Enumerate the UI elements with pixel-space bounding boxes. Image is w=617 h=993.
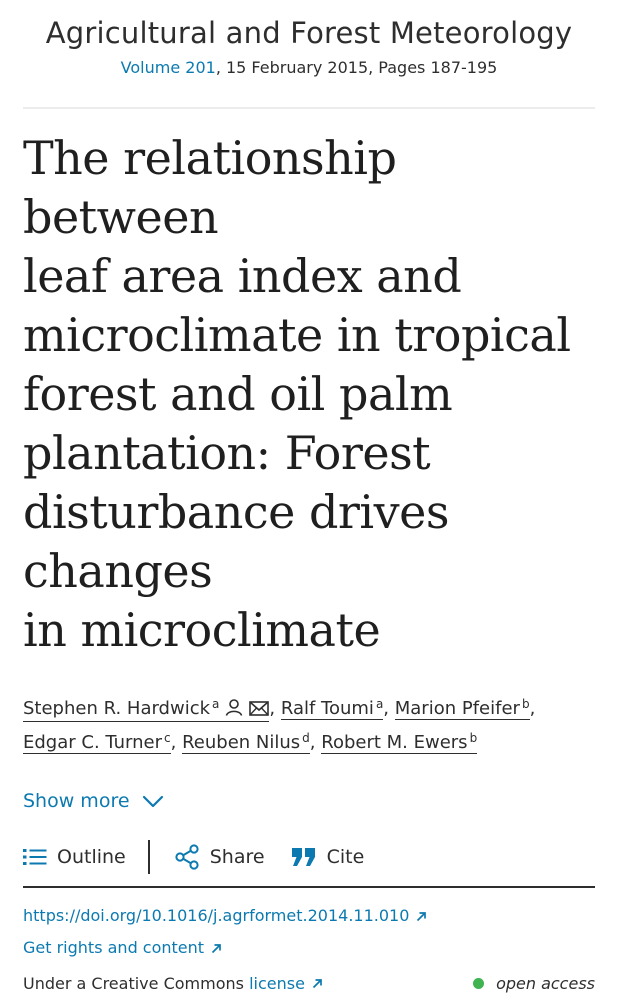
external-link-icon [312,979,322,989]
outline-button[interactable]: Outline [23,846,126,868]
share-button[interactable]: Share [174,844,265,870]
license-link[interactable]: license [249,974,323,993]
license-link-text: license [249,974,305,993]
article-toolbar: Outline Share Cite [23,838,595,888]
author-link[interactable]: Reuben Nilus d [182,728,310,754]
show-more-button[interactable]: Show more [23,790,164,812]
title-line: in microclimate [23,603,381,657]
volume-details: , 15 February 2015, Pages 187-195 [215,58,498,77]
license-prefix: Under a Creative Commons [23,974,250,993]
author-name: Marion Pfeifer [394,698,520,719]
author-name: Reuben Nilus [182,732,301,753]
open-access-dot-icon [473,978,485,989]
author-link[interactable]: Ralf Toumi a [280,694,384,720]
external-link-icon [417,911,427,921]
article-title: The relationship between leaf area index… [23,129,595,660]
share-icon [175,844,199,870]
title-line: plantation: Forest [23,426,431,480]
toolbar-divider [147,840,150,874]
author-link[interactable]: Edgar C. Turner c [23,728,171,754]
doi-link[interactable]: https://doi.org/10.1016/j.agrformet.2014… [23,900,427,932]
open-access-label: open access [496,974,595,993]
person-icon [225,699,243,721]
title-line: microclimate in tropical [23,308,571,362]
author-name: Ralf Toumi [280,698,374,719]
share-label: Share [209,846,265,868]
author-name: Stephen R. Hardwick [23,698,211,719]
author-name: Robert M. Ewers [321,732,468,753]
author-link[interactable]: Robert M. Ewers b [321,728,478,754]
outline-label: Outline [57,846,126,868]
cite-button[interactable]: Cite [291,846,365,868]
affiliation-marker: d [302,731,310,745]
header-divider [23,107,595,109]
title-line: disturbance drives changes [23,485,449,598]
affiliation-marker: c [164,731,171,745]
open-access-badge: open access [473,974,595,993]
affiliation-marker: b [469,731,478,745]
mail-icon [249,700,270,721]
chevron-down-icon [142,795,163,807]
quote-icon [291,848,315,866]
external-link-icon [211,943,221,953]
author-link[interactable]: Marion Pfeifer b [394,694,530,720]
title-line: leaf area index and [23,249,462,303]
title-line: The relationship between [23,131,397,244]
list-icon [23,849,47,865]
rights-link[interactable]: Get rights and content [23,932,222,964]
volume-line: Volume 201, 15 February 2015, Pages 187-… [23,58,595,77]
volume-link[interactable]: Volume 201 [121,58,216,77]
article-page: Agricultural and Forest Meteorology Volu… [23,0,595,993]
license-statement: Under a Creative Commons license [23,974,323,993]
article-links: https://doi.org/10.1016/j.agrformet.2014… [23,900,595,964]
author-name: Edgar C. Turner [23,732,163,753]
doi-text: https://doi.org/10.1016/j.agrformet.2014… [23,906,410,925]
show-more-label: Show more [23,790,130,812]
journal-name[interactable]: Agricultural and Forest Meteorology [23,16,595,50]
author-link[interactable]: Stephen R. Hardwick a [23,694,270,722]
affiliation-marker: a [212,697,220,711]
affiliation-marker: b [521,697,530,711]
rights-text: Get rights and content [23,938,205,957]
title-line: forest and oil palm [23,367,453,421]
license-row: Under a Creative Commons license open ac… [23,974,595,993]
cite-label: Cite [326,846,365,868]
author-list: Stephen R. Hardwick a, Ralf Toumi a, Mario… [23,692,595,760]
